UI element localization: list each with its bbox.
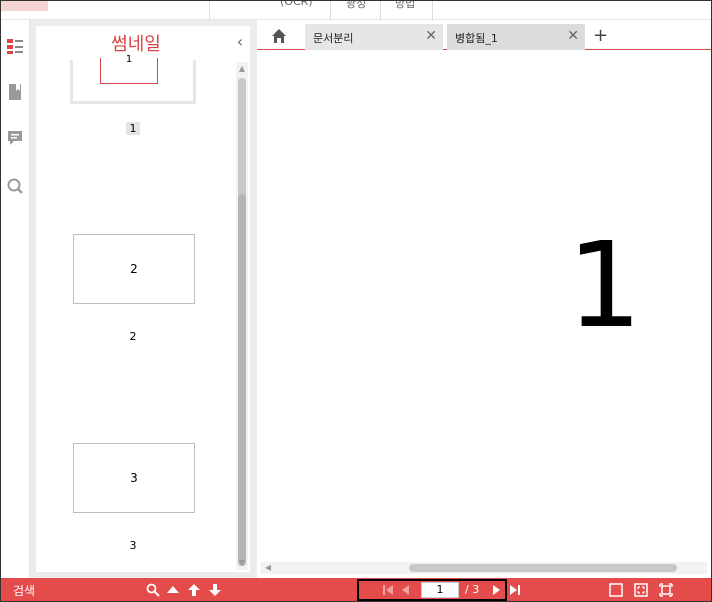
previous-result-icon[interactable] [166,583,180,597]
collapse-panel-icon[interactable]: ‹ [233,32,247,52]
document-tab-bar: 문서분리 ✕ 병합됨_1 ✕ + [257,20,711,50]
next-page-icon[interactable] [489,583,503,597]
ribbon-merge-label[interactable]: 방법 [395,0,415,11]
page-label-3: 3 [129,539,137,552]
thumbnail-vertical-scrollbar[interactable]: ▲ ▼ [236,62,248,570]
arrow-up-icon[interactable] [187,583,201,597]
ribbon-separator [380,0,381,20]
page-navigator: 1 / 3 [357,579,507,601]
fit-width-icon[interactable] [659,583,673,597]
arrow-down-icon[interactable] [208,583,222,597]
first-page-icon[interactable] [381,583,395,597]
document-page-content: 1 [567,216,643,354]
ribbon-ocr-label[interactable]: (OCR) [280,0,313,8]
ribbon-separator [432,0,433,20]
tab-document-split[interactable]: 문서분리 ✕ [305,24,443,50]
ribbon-create-label[interactable]: 광성 [346,0,366,11]
tab-merged-1[interactable]: 병합됨_1 ✕ [447,24,585,50]
page-label-1: 1 [126,122,140,135]
close-tab-icon[interactable]: ✕ [425,28,437,44]
tab-label: 병합됨_1 [455,32,498,45]
page-thumbnail-content: 1 [100,55,158,84]
document-horizontal-scrollbar[interactable]: ◀ [261,562,707,574]
ribbon-separator [330,0,331,20]
search-icon[interactable] [7,178,23,194]
thumbnail-panel-title: 썸네일 [111,34,161,55]
scrollbar-thumb[interactable] [238,194,246,566]
ribbon: (OCR) 광성 방법 [0,0,712,20]
search-label[interactable]: 검색 [13,582,35,599]
scrollbar-thumb[interactable] [409,564,677,572]
close-tab-icon[interactable]: ✕ [567,28,579,44]
add-tab-icon[interactable]: + [593,25,608,46]
left-icon-rail [0,20,30,578]
tab-label: 문서분리 [313,32,354,45]
ribbon-separator [209,0,210,20]
fit-page-icon[interactable] [634,583,648,597]
thumbnail-list[interactable]: 썸네일 ‹ 1 1 2 2 3 3 ▲ ▼ [36,26,250,572]
scroll-up-arrow-icon[interactable]: ▲ [237,64,247,74]
thumbnails-icon[interactable] [7,38,23,54]
ribbon-active-tab-strip [0,0,48,11]
page-thumbnail-3[interactable]: 3 [73,443,195,513]
search-icon[interactable] [146,583,160,597]
scroll-left-arrow-icon[interactable]: ◀ [263,563,273,573]
page-thumbnail-1[interactable]: 1 [70,55,196,104]
page-label-2: 2 [129,330,137,343]
page-thumbnail-2[interactable]: 2 [73,234,195,304]
total-pages-label: / 3 [465,583,480,596]
thumbnail-panel: 썸네일 ‹ 1 1 2 2 3 3 ▲ ▼ [30,20,257,578]
comment-icon[interactable] [7,130,23,146]
bookmark-icon[interactable] [7,84,23,100]
last-page-icon[interactable] [508,583,522,597]
document-area: 문서분리 ✕ 병합됨_1 ✕ + 1 ◀ [257,20,711,578]
home-icon[interactable] [271,28,287,44]
single-page-view-icon[interactable] [609,583,623,597]
scroll-down-arrow-icon[interactable]: ▼ [237,558,247,568]
status-bar: 검색 1 / 3 [0,578,712,602]
previous-page-icon[interactable] [399,583,413,597]
current-page-input[interactable]: 1 [421,582,459,598]
